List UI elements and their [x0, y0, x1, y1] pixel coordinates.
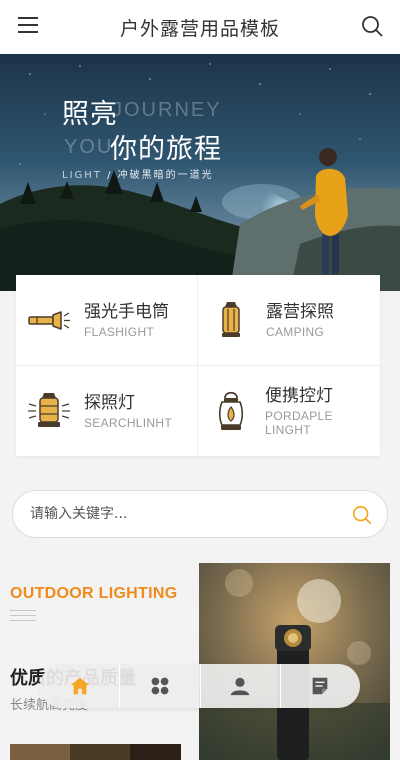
hero-headline: 照亮 你的旅程	[62, 92, 222, 166]
home-icon	[70, 677, 89, 695]
hero-tagline-en: LIGHT	[62, 170, 102, 181]
hero-tagline: LIGHT / 冲破黑暗的一道光	[62, 166, 214, 181]
notes-icon	[313, 677, 328, 695]
camping-lantern-icon	[222, 302, 240, 337]
tab-home[interactable]	[40, 664, 119, 708]
tab-user[interactable]	[199, 664, 280, 708]
portable-lantern-icon	[218, 391, 243, 430]
search-icon[interactable]	[351, 504, 373, 526]
menu-icon[interactable]	[18, 17, 38, 37]
flashlight-icon	[28, 311, 70, 330]
search-input[interactable]	[30, 506, 320, 522]
category-name-en: PORDAPLE LINGHT	[265, 409, 333, 437]
category-camping[interactable]: 露营探照 CAMPING	[198, 275, 380, 366]
bottom-tab-bar	[40, 664, 360, 708]
search-icon[interactable]	[360, 14, 384, 38]
hero-headline-line2: 你的旅程	[110, 134, 222, 165]
category-flashlight[interactable]: 强光手电筒 FLASHIGHT	[16, 275, 198, 366]
category-grid: 强光手电筒 FLASHIGHT 露营探照 CAMPING 探照灯 SEARCHL…	[16, 275, 380, 456]
section-eyebrow: OUTDOOR LIGHTING	[10, 585, 178, 602]
category-name: 便携控灯	[265, 386, 334, 406]
user-icon	[230, 677, 250, 696]
page: 户外露营用品模板 JOURNEY YOU 照亮 你的旅程 LIGHT / 冲破黑…	[0, 0, 400, 760]
featured-section: OUTDOOR LIGHTING 优质的产品质量 长续航高亮度	[0, 563, 400, 760]
product-photo[interactable]	[199, 563, 390, 760]
thumbnail-image	[10, 744, 181, 760]
category-name: 露营探照	[266, 302, 334, 322]
category-grid-icon	[151, 677, 169, 695]
product-thumbnail[interactable]	[10, 744, 181, 760]
searchlight-icon	[28, 393, 70, 427]
tab-notes[interactable]	[279, 664, 360, 708]
flashlight-photo	[199, 563, 390, 760]
category-name-en: SEARCHLINHT	[84, 416, 172, 430]
category-name-en: CAMPING	[266, 325, 325, 339]
category-name: 探照灯	[84, 393, 135, 413]
page-title: 户外露营用品模板	[119, 17, 280, 40]
category-name: 强光手电筒	[84, 302, 169, 322]
category-portable-light[interactable]: 便携控灯 PORDAPLE LINGHT	[198, 366, 380, 456]
hero-banner[interactable]: JOURNEY YOU 照亮 你的旅程 LIGHT / 冲破黑暗的一道光	[0, 54, 400, 291]
decorative-lines	[10, 610, 36, 625]
category-name-en: FLASHIGHT	[84, 325, 155, 339]
hero-tagline-cn: 冲破黑暗的一道光	[117, 170, 214, 181]
tab-category[interactable]	[119, 664, 199, 708]
hero-tagline-sep: /	[101, 170, 118, 181]
search-bar	[12, 490, 388, 538]
category-searchlight[interactable]: 探照灯 SEARCHLINHT	[16, 366, 198, 456]
hero-headline-line1: 照亮	[62, 99, 118, 130]
top-bar: 户外露营用品模板	[0, 0, 400, 54]
